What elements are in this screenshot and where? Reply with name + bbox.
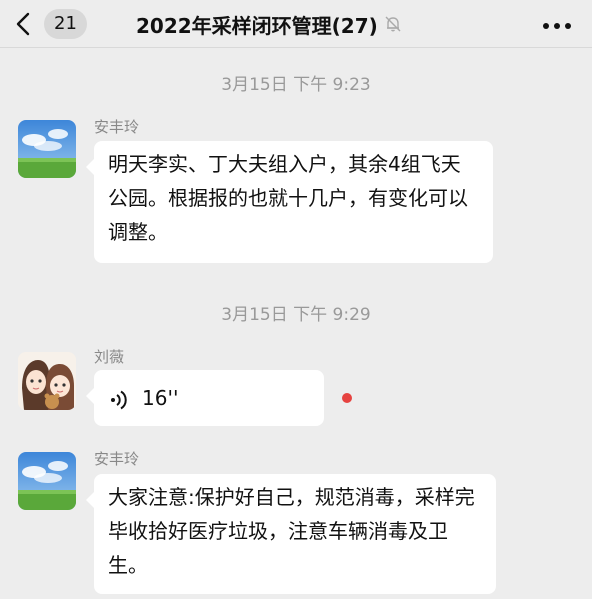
unread-voice-dot <box>342 393 352 403</box>
chat-header: 21 2022年采样闭环管理(27) <box>0 0 592 48</box>
avatar[interactable] <box>18 120 76 178</box>
avatar[interactable] <box>18 452 76 510</box>
chat-title-area[interactable]: 2022年采样闭环管理(27) <box>136 8 402 40</box>
more-dots-icon <box>542 15 572 34</box>
back-button[interactable]: 21 <box>14 9 87 39</box>
voice-duration: 16'' <box>142 386 179 410</box>
chat-window: 21 2022年采样闭环管理(27) 3月15日 下午 9:23 安丰玲 明天李… <box>0 0 592 599</box>
sender-name: 刘薇 <box>94 348 125 366</box>
voice-message-bubble[interactable]: 16'' <box>86 370 324 426</box>
mute-bell-icon <box>384 15 402 33</box>
voice-wave-icon <box>108 387 128 410</box>
message-timestamp: 3月15日 下午 9:23 <box>221 75 371 95</box>
message-bubble[interactable]: 明天李实、丁大夫组入户，其余4组飞天公园。根据报的也就十几户，有变化可以调整。 <box>86 141 493 263</box>
more-options-button[interactable] <box>540 10 574 38</box>
unread-count-badge: 21 <box>44 9 87 39</box>
avatar[interactable] <box>18 352 76 410</box>
message-timestamp: 3月15日 下午 9:29 <box>221 305 371 325</box>
sender-name: 安丰玲 <box>94 450 140 468</box>
back-chevron-icon <box>14 12 34 36</box>
message-bubble[interactable]: 大家注意:保护好自己，规范消毒，采样完毕收拾好医疗垃圾，注意车辆消毒及卫生。 <box>86 474 496 594</box>
sender-name: 安丰玲 <box>94 118 140 136</box>
chat-title: 2022年采样闭环管理(27) <box>136 13 378 38</box>
